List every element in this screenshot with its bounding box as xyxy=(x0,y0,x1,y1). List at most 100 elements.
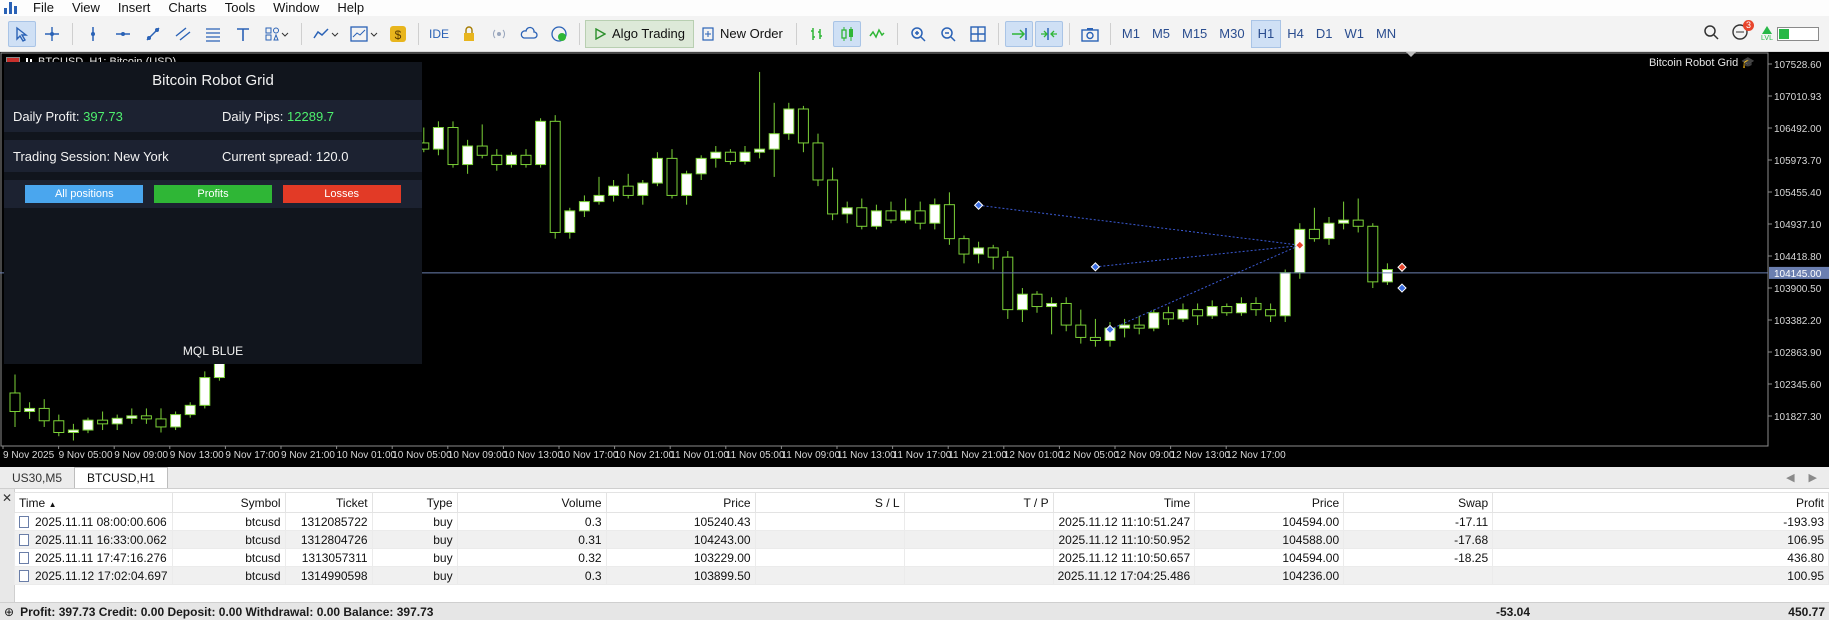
menu-charts[interactable]: Charts xyxy=(159,0,215,16)
candle-body xyxy=(900,210,912,221)
timeframe-mn[interactable]: MN xyxy=(1370,21,1402,47)
column-header-volume[interactable]: Volume xyxy=(456,492,607,513)
expert-advisor-name: Bitcoin Robot Grid xyxy=(1648,57,1739,69)
candlestick-icon[interactable] xyxy=(832,20,861,47)
fibonacci-icon[interactable] xyxy=(199,21,227,47)
autoscroll-icon[interactable] xyxy=(1004,20,1033,47)
tab-btcusd-h1[interactable]: BTCUSD,H1 xyxy=(74,467,169,488)
candle-body xyxy=(929,204,941,224)
history-table: Time ▲ Symbol Ticket Type Volume Price S… xyxy=(14,492,1829,585)
candle-body xyxy=(651,157,663,184)
candle-body xyxy=(1352,219,1364,227)
text-tool-icon[interactable] xyxy=(229,21,257,47)
zoom-in-icon[interactable] xyxy=(904,21,932,47)
chart-window[interactable]: 107528.60 107010.93 106492.00 105973.70 1054… xyxy=(0,52,1829,467)
candle-body xyxy=(1119,324,1131,329)
crosshair-icon[interactable] xyxy=(38,21,66,47)
screenshot-icon[interactable] xyxy=(1076,21,1104,47)
table-row[interactable]: 2025.11.11 16:33:00.062 btcusd 131280472… xyxy=(14,530,1829,549)
timeframe-m15[interactable]: M15 xyxy=(1176,21,1213,47)
tab-scroll-left-icon[interactable]: ◀ xyxy=(1786,471,1794,484)
swap-cell: -18.25 xyxy=(1343,548,1494,567)
candle-body xyxy=(53,420,65,434)
lock-icon[interactable] xyxy=(455,21,483,47)
tab-us30-m5[interactable]: US30,M5 xyxy=(0,468,74,488)
time-axis-label: 11 Nov 09:00 xyxy=(781,450,840,461)
table-row[interactable]: 2025.11.11 17:47:16.276 btcusd 131305731… xyxy=(14,548,1829,567)
summary-swap-total: -53.04 xyxy=(1495,604,1530,619)
candle-body xyxy=(97,419,109,425)
menu-help[interactable]: Help xyxy=(328,0,373,16)
tile-windows-icon[interactable] xyxy=(964,21,992,47)
timeframe-m5[interactable]: M5 xyxy=(1146,21,1176,47)
column-header-tp[interactable]: T / P xyxy=(903,492,1054,513)
column-header-profit[interactable]: Profit xyxy=(1492,492,1829,513)
candle-body xyxy=(1089,336,1101,342)
market-dollar-icon[interactable]: $ xyxy=(384,21,412,47)
column-header-time[interactable]: Time ▲ xyxy=(14,492,173,513)
line-chart-icon[interactable] xyxy=(863,21,891,47)
algo-trading-button[interactable]: Algo Trading xyxy=(585,19,695,48)
timeframe-w1[interactable]: W1 xyxy=(1338,21,1370,47)
timeframe-m1[interactable]: M1 xyxy=(1116,21,1146,47)
horizontal-line-icon[interactable] xyxy=(109,21,137,47)
notifications-icon[interactable]: 3 xyxy=(1731,20,1754,44)
table-row[interactable]: 2025.11.12 17:02:04.697 btcusd 131499059… xyxy=(14,566,1829,585)
candle-body xyxy=(505,154,517,166)
column-header-swap[interactable]: Swap xyxy=(1343,492,1494,513)
losses-button[interactable]: Losses xyxy=(282,185,401,203)
timeframe-h4[interactable]: H4 xyxy=(1281,21,1310,47)
tab-scroll-right-icon[interactable]: ▶ xyxy=(1809,471,1817,484)
column-header-close-price[interactable]: Price xyxy=(1194,492,1345,513)
table-row[interactable]: 2025.11.11 08:00:00.606 btcusd 131208572… xyxy=(14,512,1829,531)
cursor-tool-icon[interactable] xyxy=(8,20,36,47)
zoom-out-icon[interactable] xyxy=(934,21,962,47)
summary-expand-icon[interactable]: ⊕ xyxy=(0,605,14,619)
column-header-type[interactable]: Type xyxy=(371,492,458,513)
candle-body xyxy=(1177,309,1189,320)
templates-icon[interactable] xyxy=(346,21,382,47)
chart-shift-icon[interactable] xyxy=(1034,20,1063,47)
column-header-close-time[interactable]: Time xyxy=(1052,492,1196,513)
time-axis-label: 9 Nov 17:00 xyxy=(225,450,279,461)
open-time-cell: 2025.11.12 17:02:04.697 xyxy=(14,566,173,585)
close-toolbox-icon[interactable]: ✕ xyxy=(2,491,12,505)
column-header-sl[interactable]: S / L xyxy=(754,492,905,513)
profit-cell: 106.95 xyxy=(1492,530,1829,549)
candle-body xyxy=(447,127,459,166)
signals-icon[interactable] xyxy=(485,21,513,47)
expert-advisor-label[interactable]: Bitcoin Robot Grid 🎓 xyxy=(1649,56,1755,69)
profits-button[interactable]: Profits xyxy=(153,185,272,203)
menu-insert[interactable]: Insert xyxy=(109,0,160,16)
menu-file[interactable]: File xyxy=(24,0,63,16)
candle-body xyxy=(170,414,182,428)
timeframe-h1[interactable]: H1 xyxy=(1250,19,1282,48)
candle-body xyxy=(1162,312,1174,320)
indicators-icon[interactable] xyxy=(308,21,344,47)
menu-view[interactable]: View xyxy=(63,0,109,16)
vps-icon[interactable] xyxy=(545,21,573,47)
bar-chart-icon[interactable] xyxy=(803,21,831,47)
candle-body xyxy=(9,392,21,413)
timeframe-m30[interactable]: M30 xyxy=(1213,21,1250,47)
ide-button[interactable]: IDE xyxy=(425,21,453,47)
shapes-icon[interactable] xyxy=(259,21,295,47)
channel-icon[interactable] xyxy=(169,21,197,47)
all-positions-button[interactable]: All positions xyxy=(25,185,144,203)
timeframe-d1[interactable]: D1 xyxy=(1310,21,1339,47)
candle-body xyxy=(754,148,766,153)
trend-line-icon[interactable] xyxy=(139,21,167,47)
toolbox-sidebar: ✕ xyxy=(0,489,15,620)
column-header-ticket[interactable]: Ticket xyxy=(284,492,373,513)
time-axis-label: 11 Nov 05:00 xyxy=(726,450,785,461)
cloud-icon[interactable] xyxy=(515,21,543,47)
menu-tools[interactable]: Tools xyxy=(216,0,264,16)
new-order-button[interactable]: New Order xyxy=(694,21,791,47)
price-axis-label: 106492.00 xyxy=(1774,124,1822,135)
search-icon[interactable] xyxy=(1703,24,1719,43)
column-header-price[interactable]: Price xyxy=(605,492,756,513)
menu-window[interactable]: Window xyxy=(264,0,328,16)
vertical-line-icon[interactable] xyxy=(79,21,107,47)
ea-buttons-row: All positions Profits Losses xyxy=(4,180,422,208)
column-header-symbol[interactable]: Symbol xyxy=(171,492,286,513)
